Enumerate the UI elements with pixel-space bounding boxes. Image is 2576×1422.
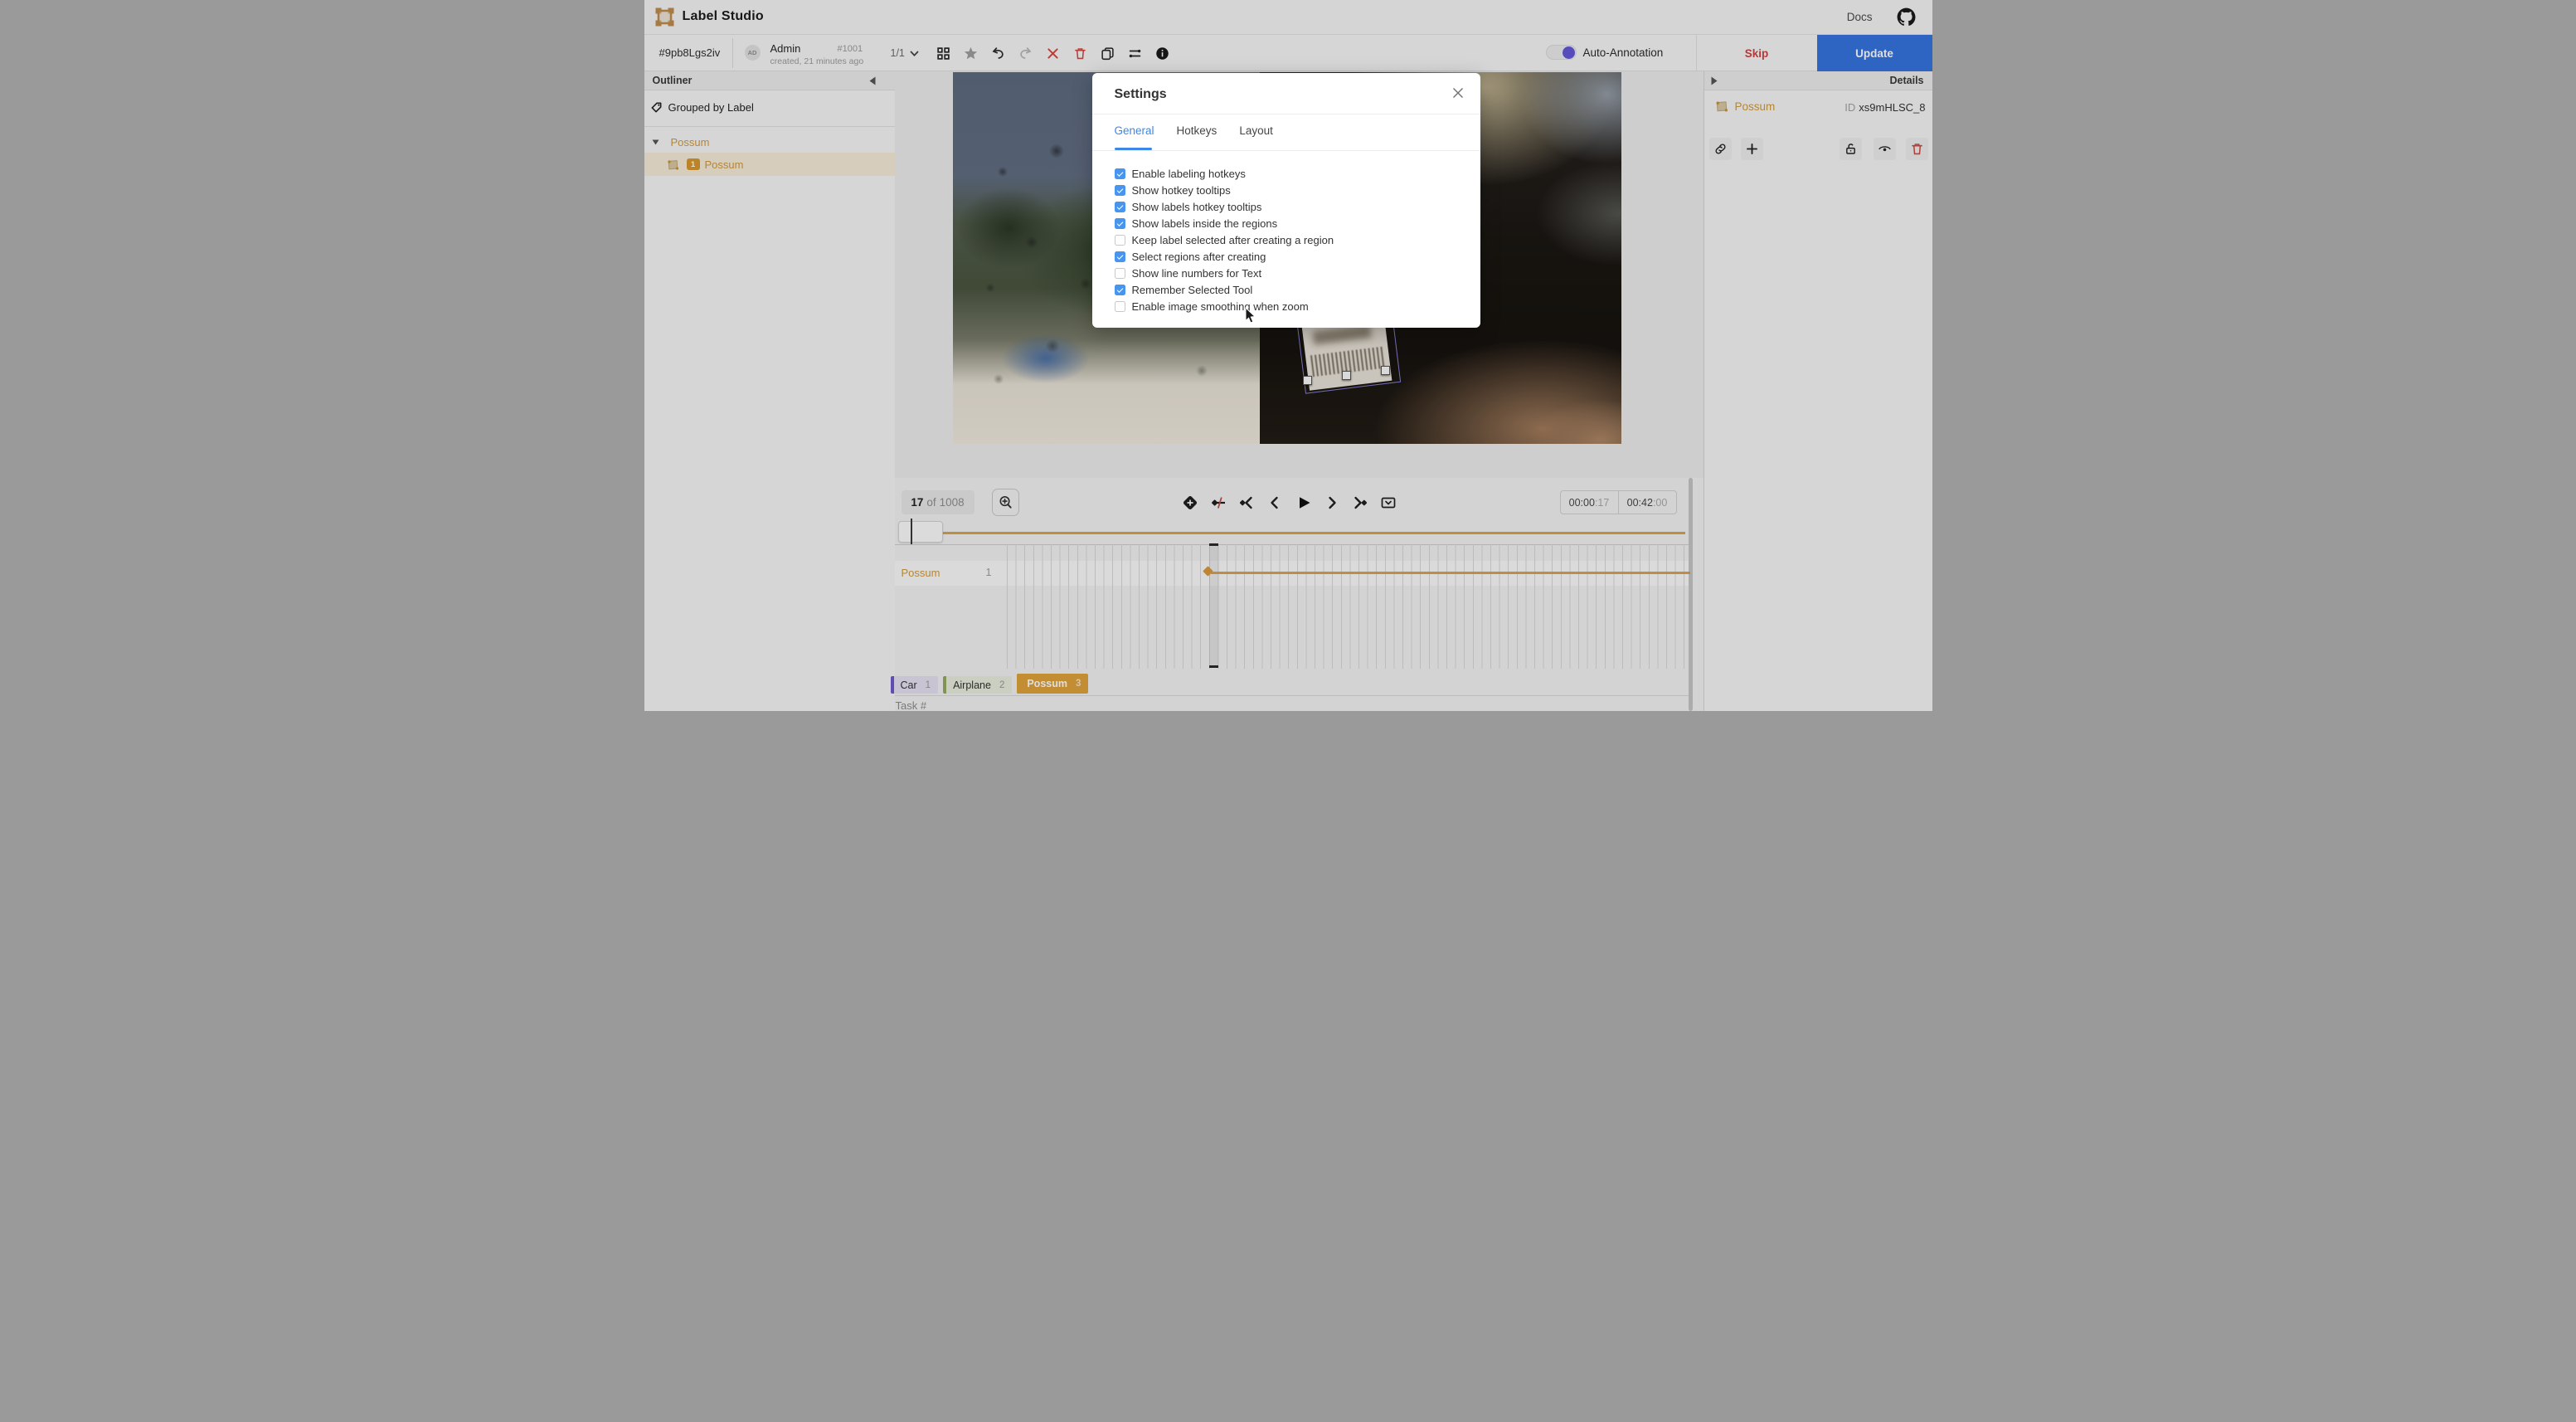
mouse-cursor — [1245, 307, 1260, 324]
tab-general[interactable]: General — [1115, 124, 1154, 137]
option-row: Select regions after creating — [1115, 248, 1334, 265]
checkbox[interactable] — [1115, 301, 1125, 312]
tab-layout[interactable]: Layout — [1239, 124, 1273, 137]
option-row: Show labels hotkey tooltips — [1115, 198, 1334, 215]
settings-options: Enable labeling hotkeys Show hotkey tool… — [1115, 165, 1334, 314]
modal-title: Settings — [1115, 87, 1167, 102]
divider — [1092, 150, 1480, 151]
checkbox[interactable] — [1115, 168, 1125, 179]
checkbox[interactable] — [1115, 202, 1125, 212]
settings-modal: Settings General Hotkeys Layout Enable l… — [1092, 73, 1480, 328]
tab-hotkeys[interactable]: Hotkeys — [1177, 124, 1218, 137]
checkbox[interactable] — [1115, 185, 1125, 196]
checkbox[interactable] — [1115, 235, 1125, 246]
label-studio-app: Label Studio Docs #9pb8Lgs2iv AD Admin #… — [644, 0, 1932, 711]
option-row: Enable image smoothing when zoom — [1115, 298, 1334, 314]
settings-tabs: General Hotkeys Layout — [1115, 124, 1273, 137]
checkbox[interactable] — [1115, 218, 1125, 229]
option-row: Enable labeling hotkeys — [1115, 165, 1334, 182]
checkbox[interactable] — [1115, 251, 1125, 262]
checkbox[interactable] — [1115, 268, 1125, 279]
option-row: Keep label selected after creating a reg… — [1115, 231, 1334, 248]
checkbox[interactable] — [1115, 285, 1125, 295]
close-icon[interactable] — [1451, 86, 1465, 100]
option-row: Remember Selected Tool — [1115, 281, 1334, 298]
option-row: Show labels inside the regions — [1115, 215, 1334, 231]
option-row: Show hotkey tooltips — [1115, 182, 1334, 198]
option-row: Show line numbers for Text — [1115, 265, 1334, 281]
